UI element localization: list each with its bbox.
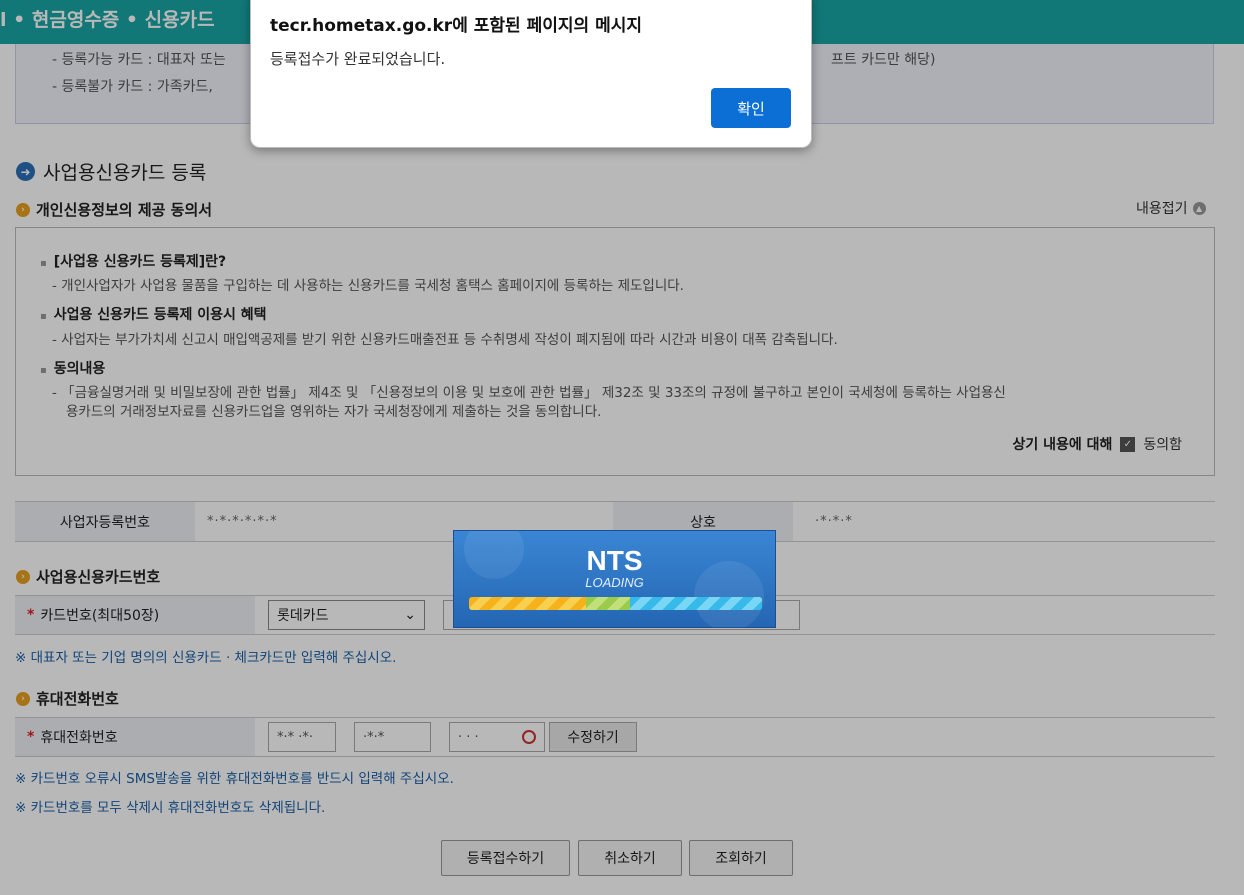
loading-indicator: NTS LOADING	[453, 530, 776, 628]
dialog-title: tecr.hometax.go.kr에 포함된 페이지의 메시지	[270, 16, 642, 36]
dialog-ok-button[interactable]: 확인	[711, 88, 791, 128]
progress-segment	[630, 597, 762, 610]
dialog-message: 등록접수가 완료되었습니다.	[270, 50, 446, 68]
loading-brand: NTS	[586, 545, 643, 576]
loading-text: LOADING	[585, 575, 644, 590]
alert-dialog: tecr.hometax.go.kr에 포함된 페이지의 메시지 등록접수가 완…	[250, 0, 812, 148]
loading-progress-bar	[469, 597, 762, 610]
